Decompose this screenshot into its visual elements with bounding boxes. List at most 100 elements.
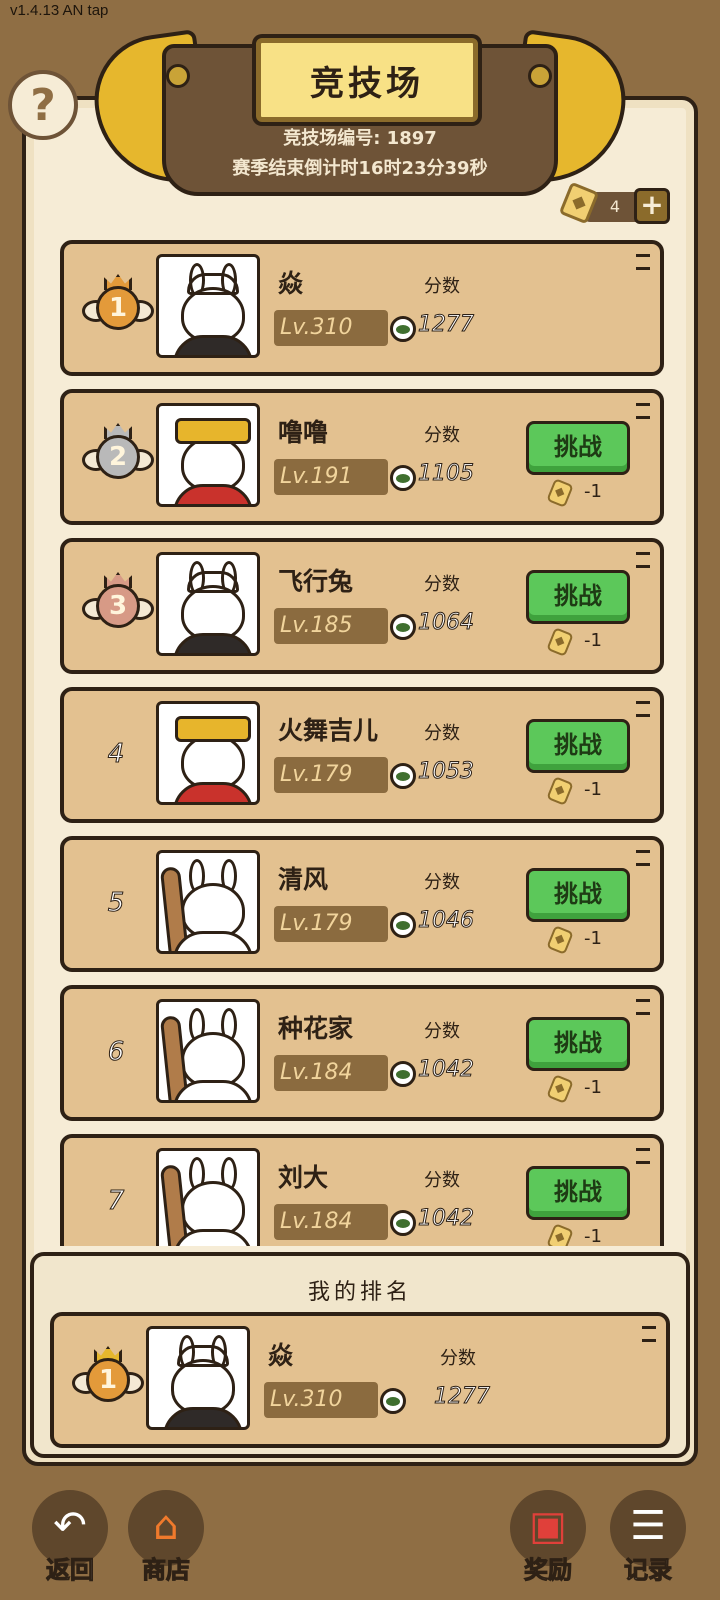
- ticket-icon: [546, 1074, 574, 1104]
- ticket-cost: -1: [546, 1223, 630, 1246]
- score-label: 分数: [424, 723, 460, 744]
- player-name: 清风: [278, 865, 329, 894]
- my-ranking-panel: 我的排名 1 焱 Lv.310 分数 1277: [30, 1252, 690, 1458]
- rank-number: 7: [107, 1186, 125, 1217]
- silver-medal-icon: 2: [82, 423, 154, 493]
- help-button[interactable]: ?: [8, 70, 78, 140]
- ticket-counter: 4 +: [558, 181, 670, 225]
- score-label: 分数: [424, 425, 460, 446]
- add-ticket-button[interactable]: +: [634, 188, 670, 224]
- player-score: 1042: [418, 1206, 475, 1232]
- shop-icon: ⌂: [153, 1503, 179, 1549]
- score-label: 分数: [424, 1021, 460, 1042]
- challenge-button[interactable]: 挑战: [526, 570, 630, 624]
- coin-icon: [380, 1388, 406, 1414]
- challenge-button[interactable]: 挑战: [526, 719, 630, 773]
- ticket-icon: [546, 627, 574, 657]
- ticket-icon: [546, 776, 574, 806]
- arena-id: 竞技场编号: 1897: [283, 128, 437, 149]
- ticket-cost: -1: [546, 478, 630, 509]
- avatar: [156, 999, 260, 1103]
- ticket-icon: [546, 478, 574, 508]
- player-score: 1105: [418, 461, 475, 487]
- avatar: [156, 850, 260, 954]
- rank-number: 6: [107, 1037, 125, 1068]
- records-button[interactable]: ☰ 记录: [608, 1488, 688, 1588]
- player-level: Lv.179: [274, 757, 388, 793]
- bronze-medal-icon: 3: [82, 572, 154, 642]
- player-score: 1064: [418, 610, 475, 636]
- coin-icon: [390, 1061, 416, 1087]
- page-title: 竞技场: [256, 38, 478, 122]
- gold-medal-icon: 1: [82, 274, 154, 344]
- avatar: [146, 1326, 250, 1430]
- avatar: [156, 1148, 260, 1246]
- avatar: [156, 701, 260, 805]
- my-ranking-row: 1 焱 Lv.310 分数 1277: [50, 1312, 670, 1448]
- player-score: 1277: [434, 1384, 491, 1410]
- rank-number: 4: [107, 739, 125, 770]
- score-label: 分数: [424, 872, 460, 893]
- shop-button[interactable]: ⌂ 商店: [126, 1488, 206, 1588]
- ranking-row: 6 种花家 Lv.184 分数 1042 挑战 -1: [60, 985, 664, 1121]
- player-score: 1053: [418, 759, 475, 785]
- player-level: Lv.185: [274, 608, 388, 644]
- player-level: Lv.191: [274, 459, 388, 495]
- avatar: [156, 552, 260, 656]
- score-label: 分数: [424, 1170, 460, 1191]
- player-name: 焱: [268, 1341, 294, 1370]
- player-score: 1042: [418, 1057, 475, 1083]
- challenge-button[interactable]: 挑战: [526, 1017, 630, 1071]
- version-label: v1.4.13 AN tap: [10, 2, 109, 19]
- ranking-row: 3 飞行兔 Lv.185 分数 1064 挑战 -1: [60, 538, 664, 674]
- player-name: 焱: [278, 269, 304, 298]
- player-level: Lv.310: [264, 1382, 378, 1418]
- coin-icon: [390, 316, 416, 342]
- ranking-row: 5 清风 Lv.179 分数 1046 挑战 -1: [60, 836, 664, 972]
- season-countdown: 赛季结束倒计时16时23分39秒: [232, 158, 488, 179]
- ticket-cost: -1: [546, 1074, 630, 1105]
- gold-medal-icon: 1: [72, 1346, 144, 1416]
- ranking-row: 2 噜噜 Lv.191 分数 1105 挑战 -1: [60, 389, 664, 525]
- coin-icon: [390, 1210, 416, 1236]
- ticket-icon: [546, 925, 574, 955]
- player-name: 火舞吉儿: [278, 716, 379, 745]
- ranking-row: 7 刘大 Lv.184 分数 1042 挑战 -1: [60, 1134, 664, 1246]
- player-name: 种花家: [278, 1014, 354, 1043]
- clipboard-icon: ☰: [630, 1503, 666, 1549]
- player-level: Lv.310: [274, 310, 388, 346]
- player-score: 1046: [418, 908, 475, 934]
- ranking-list[interactable]: 1 焱 Lv.310 分数 1277 2 噜噜 Lv.191 分数 1105 挑战 -1 3 飞行兔 Lv.…: [60, 240, 664, 1246]
- player-score: 1277: [418, 312, 475, 338]
- coin-icon: [390, 763, 416, 789]
- ranking-row: 1 焱 Lv.310 分数 1277: [60, 240, 664, 376]
- ticket-cost: -1: [546, 925, 630, 956]
- player-level: Lv.179: [274, 906, 388, 942]
- rewards-button[interactable]: ▣ 奖励: [508, 1488, 588, 1588]
- coin-icon: [390, 912, 416, 938]
- player-name: 飞行兔: [278, 567, 354, 596]
- challenge-button[interactable]: 挑战: [526, 868, 630, 922]
- challenge-button[interactable]: 挑战: [526, 421, 630, 475]
- coin-icon: [390, 465, 416, 491]
- back-button[interactable]: ↶ 返回: [30, 1488, 110, 1588]
- player-level: Lv.184: [274, 1055, 388, 1091]
- player-name: 刘大: [278, 1163, 329, 1192]
- gift-icon: ▣: [529, 1503, 567, 1549]
- coin-icon: [390, 614, 416, 640]
- ticket-icon: [546, 1223, 574, 1246]
- avatar: [156, 403, 260, 507]
- challenge-button[interactable]: 挑战: [526, 1166, 630, 1220]
- player-level: Lv.184: [274, 1204, 388, 1240]
- rank-number: 5: [107, 888, 125, 919]
- player-name: 噜噜: [278, 418, 329, 447]
- my-ranking-title: 我的排名: [307, 1280, 412, 1305]
- score-label: 分数: [424, 574, 460, 595]
- ticket-cost: -1: [546, 776, 630, 807]
- score-label: 分数: [440, 1348, 476, 1369]
- bolt-icon: [166, 64, 190, 88]
- score-label: 分数: [424, 276, 460, 297]
- back-arrow-icon: ↶: [53, 1503, 87, 1549]
- ranking-row: 4 火舞吉儿 Lv.179 分数 1053 挑战 -1: [60, 687, 664, 823]
- avatar: [156, 254, 260, 358]
